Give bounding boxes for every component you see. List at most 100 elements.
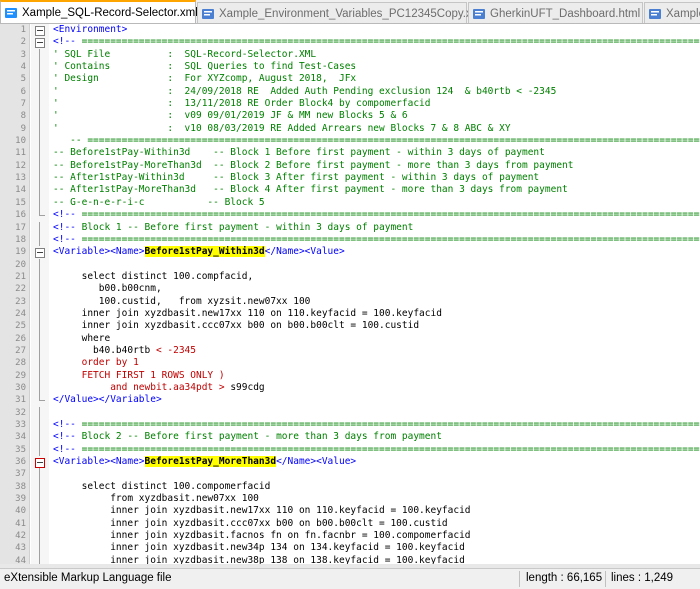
code-text[interactable]: <!-- ===================================… — [53, 209, 700, 221]
fold-toggle-icon[interactable] — [35, 246, 45, 259]
code-text[interactable]: -- =====================================… — [53, 135, 700, 147]
code-text[interactable]: inner join xyzdbasit.new38p 138 on 138.k… — [53, 555, 465, 564]
code-line[interactable]: 29 FETCH FIRST 1 ROWS ONLY ) — [0, 369, 700, 383]
code-text[interactable]: ' : v10 08/03/2019 RE Added Arrears new … — [53, 123, 511, 135]
code-line[interactable]: 26 where — [0, 332, 700, 346]
code-text[interactable]: b00.b00cnm, — [53, 283, 162, 295]
code-text[interactable]: -- G-e-n-e-r-i-c -- Block 5 — [53, 197, 265, 209]
code-line[interactable]: 25 inner join xyzdbasit.ccc07xx b00 on b… — [0, 320, 700, 333]
code-line[interactable]: 8 ' : v09 09/01/2019 JF & MM new Blocks 5… — [0, 110, 700, 124]
code-text[interactable]: ' : 24/09/2018 RE Added Auth Pending exc… — [53, 86, 556, 98]
code-text[interactable]: where — [53, 333, 111, 345]
code-line[interactable]: 5 ' Design : For XYZcomp, August 2018, JF… — [0, 73, 700, 87]
code-text[interactable]: <Variable><Name>Before1stPay_MoreThan3d<… — [53, 456, 356, 468]
code-text[interactable]: <!-- Block 1 -- Before first payment - w… — [53, 222, 413, 234]
code-line[interactable]: 43 inner join xyzdbasit.new34p 134 on 13… — [0, 542, 700, 556]
code-text[interactable]: inner join xyzdbasit.ccc07xx b00 on b00.… — [53, 320, 419, 332]
code-text[interactable]: order by 1 — [53, 357, 139, 369]
fold-toggle-icon[interactable] — [35, 24, 45, 37]
line-number: 25 — [15, 321, 26, 332]
code-line[interactable]: 6 ' : 24/09/2018 RE Added Auth Pending ex… — [0, 85, 700, 99]
code-text[interactable]: ' Contains : SQL Queries to find Test-Ca… — [53, 61, 356, 73]
fold-toggle-icon[interactable] — [35, 456, 45, 469]
code-line[interactable]: 44 inner join xyzdbasit.new38p 138 on 13… — [0, 554, 700, 564]
code-line[interactable]: 14 -- After1stPay-MoreThan3d -- Block 4 A… — [0, 184, 700, 198]
code-editor[interactable]: 1 <Environment> 2 <!-- ====================… — [0, 24, 700, 564]
code-line[interactable]: 23 100.custid, from xyzsit.new07xx 100 — [0, 295, 700, 309]
code-line[interactable]: 28 order by 1 — [0, 357, 700, 370]
code-text[interactable]: ' Design : For XYZcomp, August 2018, JFx — [53, 73, 356, 85]
code-line[interactable]: 19 <Variable><Name>Before1stPay_Within3d<… — [0, 246, 700, 259]
code-text[interactable]: inner join xyzdbasit.ccc07xx b00 on b00.… — [53, 518, 447, 530]
code-line[interactable]: 17 <!-- Block 1 -- Before first payment -… — [0, 221, 700, 235]
code-line[interactable]: 35 <!-- =================================… — [0, 443, 700, 457]
fold-toggle-icon[interactable] — [35, 36, 45, 49]
tab-3[interactable]: GherkinUFT_Dashboard.html — [468, 2, 658, 23]
code-text[interactable]: ' : 13/11/2018 RE Order Block4 by compom… — [53, 98, 431, 110]
code-text[interactable]: inner join xyzdbasit.new17xx 110 on 110.… — [53, 505, 470, 517]
code-line[interactable]: 10 -- ==================================… — [0, 135, 700, 148]
code-text[interactable]: ' SQL File : SQL-Record-Selector.XML — [53, 49, 316, 61]
code-line[interactable]: 18 <!-- =================================… — [0, 233, 700, 247]
code-text[interactable]: inner join xyzdbasit.facnos fn on fn.fac… — [53, 530, 470, 542]
code-line[interactable]: 42 inner join xyzdbasit.facnos fn on fn.… — [0, 530, 700, 543]
code-lines[interactable]: 1 <Environment> 2 <!-- ====================… — [0, 24, 700, 564]
code-text[interactable]: inner join xyzdbasit.new17xx 110 on 110.… — [53, 308, 442, 320]
code-text[interactable]: inner join xyzdbasit.new34p 134 on 134.k… — [53, 542, 465, 554]
code-line[interactable]: 21 select distinct 100.compfacid, — [0, 270, 700, 284]
code-text[interactable]: </Value></Variable> — [53, 394, 162, 406]
code-line[interactable]: 32 — [0, 406, 700, 420]
code-line[interactable]: 39 from xyzdbasit.new07xx 100 — [0, 493, 700, 506]
code-text[interactable]: -- After1stPay-Within3d -- Block 3 After… — [53, 172, 539, 184]
code-text[interactable]: select distinct 100.compomerfacid — [53, 481, 271, 493]
code-text[interactable]: -- Before1stPay-MoreThan3d -- Block 2 Be… — [53, 160, 573, 172]
code-line[interactable]: 15 -- G-e-n-e-r-i-c -- Block 5 — [0, 196, 700, 210]
code-line[interactable]: 3 ' SQL File : SQL-Record-Selector.XML — [0, 48, 700, 62]
code-line[interactable]: 34 <!-- Block 2 -- Before first payment -… — [0, 431, 700, 445]
code-line[interactable]: 16 <!-- =================================… — [0, 209, 700, 221]
code-line[interactable]: 13 -- After1stPay-Within3d -- Block 3 Aft… — [0, 172, 700, 185]
code-text[interactable]: from xyzdbasit.new07xx 100 — [53, 493, 259, 505]
code-text[interactable]: ' : v09 09/01/2019 JF & MM new Blocks 5 … — [53, 110, 408, 122]
code-text[interactable]: FETCH FIRST 1 ROWS ONLY ) — [53, 370, 225, 382]
code-text[interactable]: 100.custid, from xyzsit.new07xx 100 — [53, 296, 311, 308]
code-text[interactable]: <Variable><Name>Before1stPay_Within3d</N… — [53, 246, 345, 258]
code-text[interactable]: <!-- ===================================… — [53, 419, 700, 431]
code-text[interactable]: <!-- ===================================… — [53, 234, 700, 246]
code-token: </Value></Variable> — [53, 394, 162, 406]
code-line[interactable]: 4 ' Contains : SQL Queries to find Test-C… — [0, 61, 700, 74]
xml-file-icon — [202, 8, 214, 19]
code-text[interactable]: <!-- ===================================… — [53, 36, 700, 48]
fold-guide — [35, 394, 45, 406]
tab-4[interactable]: Xample_ — [644, 2, 700, 23]
code-line[interactable]: 27 b40.b40rtb < -2345 — [0, 344, 700, 358]
code-text[interactable]: <Environment> — [53, 24, 127, 36]
code-line[interactable]: 11 -- Before1stPay-Within3d -- Block 1 Be… — [0, 147, 700, 161]
code-line[interactable]: 38 select distinct 100.compomerfacid — [0, 480, 700, 494]
code-line[interactable]: 24 inner join xyzdbasit.new17xx 110 on 1… — [0, 307, 700, 321]
code-line[interactable]: 7 ' : 13/11/2018 RE Order Block4 by compo… — [0, 98, 700, 111]
code-text[interactable]: select distinct 100.compfacid, — [53, 271, 254, 283]
code-line[interactable]: 12 -- Before1stPay-MoreThan3d -- Block 2 … — [0, 159, 700, 173]
code-line[interactable]: 9 ' : v10 08/03/2019 RE Added Arrears new… — [0, 122, 700, 136]
code-line[interactable]: 36 <Variable><Name>Before1stPay_MoreThan3… — [0, 456, 700, 469]
tab-2[interactable]: Xample_Environment_Variables_PC12345Copy… — [197, 2, 502, 23]
code-line[interactable]: 20 — [0, 258, 700, 272]
code-text[interactable]: b40.b40rtb < -2345 — [53, 345, 196, 357]
code-line[interactable]: 30 and newbit.aa34pdt > s99cdg — [0, 381, 700, 395]
code-text[interactable]: <!-- Block 2 -- Before first payment - m… — [53, 431, 442, 443]
code-text[interactable]: -- Before1stPay-Within3d -- Block 1 Befo… — [53, 147, 545, 159]
code-text[interactable]: <!-- ===================================… — [53, 444, 700, 456]
code-line[interactable]: 2 <!-- ==================================… — [0, 36, 700, 49]
code-line[interactable]: 40 inner join xyzdbasit.new17xx 110 on 1… — [0, 505, 700, 519]
code-line[interactable]: 31 </Value></Variable> — [0, 394, 700, 406]
code-token: and newbit.aa34pdt > — [53, 381, 231, 393]
code-line[interactable]: 1 <Environment> — [0, 24, 700, 37]
code-line[interactable]: 33 <!-- =================================… — [0, 419, 700, 432]
code-line[interactable]: 37 — [0, 468, 700, 482]
code-line[interactable]: 41 inner join xyzdbasit.ccc07xx b00 on b… — [0, 517, 700, 531]
code-line[interactable]: 22 b00.b00cnm, — [0, 283, 700, 296]
code-text[interactable]: -- After1stPay-MoreThan3d -- Block 4 Aft… — [53, 184, 568, 196]
tab-1[interactable]: Xample_SQL-Record-Selector.xml — [0, 0, 216, 23]
code-text[interactable]: and newbit.aa34pdt > s99cdg — [53, 381, 264, 394]
